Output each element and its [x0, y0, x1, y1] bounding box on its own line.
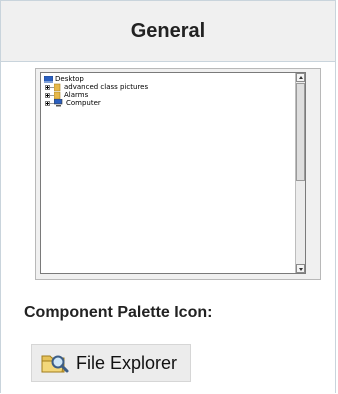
- file-tree[interactable]: Desktop advanced class pictures Alarms C…: [40, 72, 306, 274]
- folder-icon: [54, 83, 61, 91]
- folder-icon: [54, 91, 61, 99]
- desktop-icon: [44, 76, 53, 83]
- arrow-down-icon: [299, 268, 303, 271]
- tree-item-alarms[interactable]: Alarms: [44, 91, 164, 99]
- palette-button-label: File Explorer: [76, 352, 178, 373]
- tree-item-label: advanced class pictures: [64, 83, 149, 91]
- arrow-up-icon: [299, 76, 303, 79]
- info-panel: General Desktop advanced class pictures …: [0, 0, 336, 393]
- scroll-thumb[interactable]: [296, 83, 305, 181]
- panel-title: General: [1, 1, 335, 62]
- panel-body: Desktop advanced class pictures Alarms C…: [1, 62, 335, 394]
- tree-item-label: Desktop: [55, 75, 84, 83]
- computer-icon: [54, 99, 63, 107]
- vertical-scrollbar[interactable]: [295, 73, 305, 273]
- file-explorer-preview: Desktop advanced class pictures Alarms C…: [35, 68, 321, 280]
- tree-item-label: Computer: [66, 99, 101, 107]
- scroll-down-button[interactable]: [296, 264, 305, 273]
- magnifier-folder-icon: [40, 350, 70, 376]
- scroll-up-button[interactable]: [296, 73, 305, 82]
- tree-item-label: Alarms: [64, 91, 89, 99]
- file-explorer-palette-button[interactable]: File Explorer: [31, 344, 191, 382]
- tree-item-desktop[interactable]: Desktop: [44, 75, 164, 83]
- palette-icon-heading: Component Palette Icon:: [24, 304, 213, 321]
- tree-item-computer[interactable]: Computer: [44, 99, 164, 107]
- tree-item-advanced-class-pictures[interactable]: advanced class pictures: [44, 83, 204, 91]
